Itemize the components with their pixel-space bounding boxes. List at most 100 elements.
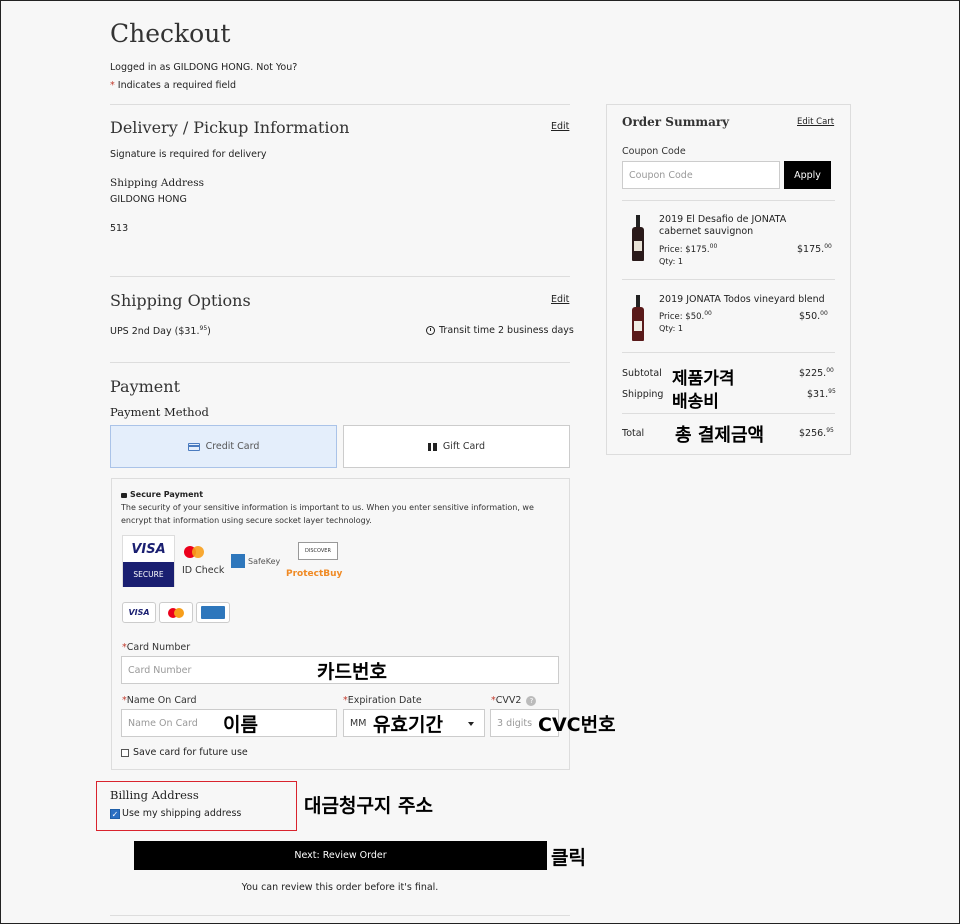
gift-card-tab[interactable]: Gift Card [343,425,570,468]
transit-text: Transit time 2 business days [439,325,574,336]
safekey-text: SafeKey [248,556,281,566]
visa-card-icon: VISA [122,602,156,623]
annotation-card-number: 카드번호 [317,661,387,683]
coupon-code-label: Coupon Code [622,146,686,157]
safekey-badge: SafeKey [231,554,280,568]
total-label: Total [622,428,645,439]
shipping-address-label: Shipping Address [110,177,204,189]
use-shipping-option[interactable]: ✓ Use my shipping address [110,808,241,819]
use-shipping-label: Use my shipping address [122,808,242,819]
item-total: $175.00 [797,243,832,256]
divider [110,362,570,363]
secure-payment-title: Secure Payment [121,490,203,499]
secure-title-text: Secure Payment [130,490,204,499]
shipping-edit-link[interactable]: Edit [551,294,569,305]
shipping-method-text: UPS 2nd Day ($31. [110,326,200,338]
clock-icon [426,326,435,335]
save-card-checkbox[interactable] [121,748,129,757]
item-qty: Qty: 1 [659,257,683,266]
item-name: 2019 El Desafio de JONATA cabernet sauvi… [659,214,787,237]
gift-icon [427,442,437,451]
mastercard-id-check-badge: ID Check [182,546,224,576]
apply-coupon-button[interactable]: Apply [784,161,831,189]
divider [622,352,835,353]
shipping-method: UPS 2nd Day ($31.95) [110,325,211,337]
shipping-name: GILDONG HONG [110,194,187,205]
required-note-text: Indicates a required field [117,80,237,91]
credit-card-icon [187,442,200,451]
cvv-label: *CVV2 ? [491,695,537,706]
annotation-cvc: CVC번호 [538,714,616,736]
gift-card-label: Gift Card [442,441,486,452]
shipping-method-end: ) [207,326,211,338]
item-name: 2019 JONATA Todos vineyard blend [659,294,825,305]
annotation-expiry: 유효기간 [373,714,443,736]
mastercard-card-icon [159,602,193,623]
expiration-label: *Expiration Date [343,695,422,706]
discover-protectbuy-badge: DISCOVER ProtectBuy [286,542,342,579]
credit-card-tab[interactable]: Credit Card [110,425,337,468]
shipping-label: Shipping [622,389,664,400]
shipping-line: 513 [110,223,129,234]
mastercard-icon [184,546,206,559]
divider [622,200,835,201]
card-number-label: *Card Number [122,642,191,653]
item-total: $50.00 [799,310,828,323]
divider [622,413,835,414]
item-price: Price: $50.00 [659,310,712,322]
page-title: Checkout [110,19,231,48]
divider [110,915,570,916]
divider [622,279,835,280]
payment-heading: Payment [110,377,180,396]
save-card-label: Save card for future use [133,747,248,758]
annotation-name: 이름 [223,714,258,736]
coupon-code-input[interactable]: Coupon Code [622,161,780,189]
annotation-billing-address: 대금청구지 주소 [304,795,433,817]
use-shipping-checkbox[interactable]: ✓ [110,808,120,819]
annotation-shipping-fee: 배송비 [672,392,719,412]
next-review-order-button[interactable]: Next: Review Order [134,841,547,870]
transit-info: Transit time 2 business days [426,325,574,336]
signature-note: Signature is required for delivery [110,149,267,160]
required-star: * [110,80,115,91]
review-note: You can review this order before it's fi… [241,882,439,893]
secure-payment-text: The security of your sensitive informati… [121,503,534,525]
annotation-product-price: 제품가격 [672,369,735,389]
total-value: $256.95 [799,427,834,440]
secure-badge-text: SECURE [123,562,174,587]
amex-card-icon [196,602,230,623]
delivery-heading: Delivery / Pickup Information [110,118,350,137]
save-card-option[interactable]: Save card for future use [121,747,248,758]
page-frame: Checkout Logged in as GILDONG HONG. Not … [0,0,960,924]
discover-text: DISCOVER [298,542,338,560]
billing-heading: Billing Address [110,788,199,802]
shipping-value: $31.95 [807,388,836,401]
required-note: * Indicates a required field [110,80,236,91]
edit-cart-link[interactable]: Edit Cart [797,117,834,127]
shipping-method-cents: 95 [199,325,208,332]
amex-icon [231,554,245,568]
item-price: Price: $175.00 [659,243,718,255]
delivery-edit-link[interactable]: Edit [551,121,569,132]
visa-secure-badge: VISA SECURE [122,535,175,587]
divider [110,276,570,277]
chevron-down-icon [468,722,474,726]
shipping-options-heading: Shipping Options [110,291,251,310]
logged-in-text: Logged in as GILDONG HONG. Not You? [110,62,298,73]
id-check-text: ID Check [182,565,225,576]
protectbuy-text: ProtectBuy [286,569,343,579]
credit-card-label: Credit Card [205,441,260,452]
name-on-card-label: *Name On Card [122,695,197,706]
visa-badge-text: VISA [123,536,174,562]
annotation-click: 클릭 [551,847,586,869]
help-icon[interactable]: ? [526,695,537,706]
subtotal-label: Subtotal [622,368,662,379]
payment-method-heading: Payment Method [110,405,209,419]
annotation-total-payment: 총 결제금액 [675,425,765,446]
wine-bottle-image [631,295,645,341]
subtotal-value: $225.00 [799,367,834,380]
order-summary-heading: Order Summary [622,115,730,129]
divider [110,104,570,105]
lock-icon [121,493,127,498]
item-qty: Qty: 1 [659,324,683,333]
